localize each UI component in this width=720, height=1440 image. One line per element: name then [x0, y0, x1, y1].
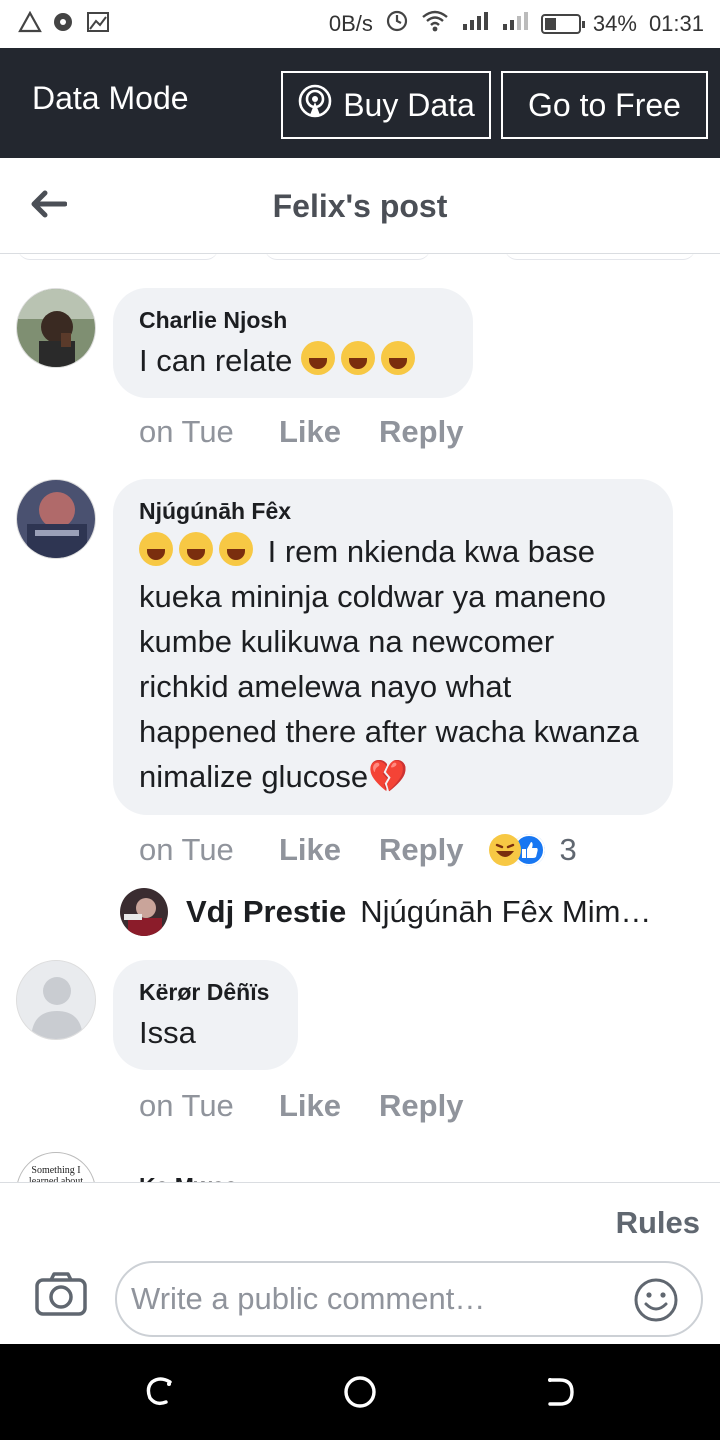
- comment-placeholder: Write a public comment…: [131, 1281, 486, 1316]
- back-nav-icon: [548, 1378, 574, 1406]
- sync-icon: [385, 9, 409, 39]
- home-icon: [344, 1376, 376, 1408]
- camera-button[interactable]: [34, 1271, 88, 1321]
- comment-time: on Tue: [139, 832, 234, 867]
- recents-button[interactable]: [140, 1372, 180, 1412]
- like-link[interactable]: Like: [279, 414, 341, 450]
- warning-icon: [18, 10, 42, 37]
- comment-meta: on Tue Like Reply 3: [139, 832, 577, 868]
- status-bar: 0B/s 34% 01:31: [0, 0, 720, 48]
- buy-data-label: Buy Data: [343, 86, 475, 123]
- comment-text: Issa: [139, 1015, 196, 1050]
- haha-reaction-icon: [489, 834, 522, 866]
- comment-bubble[interactable]: Charlie Njosh I can relate: [113, 288, 473, 398]
- gallery-icon: [86, 11, 110, 37]
- go-to-free-label: Go to Free: [528, 86, 681, 123]
- comment-text-body: I can relate: [139, 343, 293, 378]
- comment-text: I rem nkienda kwa base kueka mininja col…: [139, 529, 647, 799]
- emoji-picker-button[interactable]: [633, 1277, 679, 1323]
- system-navigation-bar: [0, 1344, 720, 1440]
- data-mode-bar: Data Mode Buy Data Go to Free: [0, 48, 720, 158]
- comment-meta: on Tue Like Reply: [139, 414, 501, 450]
- like-link[interactable]: Like: [279, 832, 341, 868]
- data-mode-title: Data Mode: [32, 80, 189, 116]
- rofl-emoji-icon: [341, 341, 375, 375]
- commenter-name[interactable]: Charlie Njosh: [139, 306, 447, 334]
- like-link[interactable]: Like: [279, 1088, 341, 1124]
- commenter-name[interactable]: Kërør Dêñïs: [139, 978, 272, 1006]
- previous-bubble-edge: [18, 254, 218, 260]
- go-to-free-button[interactable]: Go to Free: [501, 71, 708, 139]
- recents-icon: [146, 1377, 172, 1406]
- battery-icon: [540, 14, 585, 34]
- smiley-icon: [634, 1278, 678, 1322]
- previous-bubble-edge: [265, 254, 430, 260]
- battery-percent: 34%: [592, 11, 637, 36]
- reply-text: Njúgúnāh Fêx Mim…: [360, 894, 652, 929]
- comment-feed[interactable]: Charlie Njosh I can relate on Tue Like R…: [0, 254, 720, 1182]
- comment-text: I can relate: [139, 338, 447, 383]
- reply-link[interactable]: Reply: [379, 832, 463, 868]
- broken-heart-icon: 💔: [368, 758, 409, 794]
- reply-link[interactable]: Reply: [379, 414, 463, 450]
- previous-bubble-edge: [505, 254, 695, 260]
- post-header: Felix's post: [0, 158, 720, 254]
- back-nav-button[interactable]: [540, 1372, 580, 1412]
- buy-data-button[interactable]: Buy Data: [281, 71, 491, 139]
- notification-app-icon: [52, 11, 76, 37]
- commenter-name[interactable]: Ka Mwas: [139, 1172, 237, 1182]
- avatar-caption: Something I learned about: [28, 1165, 84, 1182]
- network-speed: 0B/s: [328, 11, 373, 36]
- battery-fill: [544, 18, 556, 30]
- laughing-emoji-icon: [219, 532, 253, 566]
- reply-author-name[interactable]: Vdj Prestie: [186, 894, 346, 930]
- comment-bubble[interactable]: Kërør Dêñïs Issa: [113, 960, 298, 1070]
- rules-link[interactable]: Rules: [616, 1205, 700, 1241]
- page-title: Felix's post: [272, 188, 448, 224]
- reply-link[interactable]: Reply: [379, 1088, 463, 1124]
- comment-time: on Tue: [139, 1088, 234, 1123]
- rofl-emoji-icon: [301, 341, 335, 375]
- reaction-summary[interactable]: 3: [489, 832, 577, 868]
- avatar[interactable]: [16, 479, 96, 559]
- reply-preview[interactable]: Vdj Prestie Njúgúnāh Fêx Mim…: [120, 888, 651, 936]
- reply-avatar: [120, 888, 168, 936]
- status-right: 0B/s 34% 01:31: [329, 9, 704, 39]
- comment-composer: Rules Write a public comment…: [0, 1182, 720, 1344]
- comment-bubble[interactable]: Njúgúnāh Fêx I rem nkienda kwa base kuek…: [113, 479, 673, 815]
- comment-input[interactable]: Write a public comment…: [115, 1261, 703, 1337]
- rofl-emoji-icon: [381, 341, 415, 375]
- avatar[interactable]: [16, 288, 96, 368]
- avatar[interactable]: [16, 960, 96, 1040]
- home-button[interactable]: [340, 1372, 380, 1412]
- clock: 01:31: [648, 11, 704, 36]
- commenter-name[interactable]: Njúgúnāh Fêx: [139, 497, 647, 525]
- reaction-count: 3: [559, 832, 577, 867]
- avatar[interactable]: Something I learned about: [16, 1152, 96, 1182]
- wifi-icon: [421, 10, 449, 38]
- signal-icon-2: [501, 10, 529, 38]
- comment-meta: on Tue Like Reply: [139, 1088, 501, 1124]
- laughing-emoji-icon: [139, 532, 173, 566]
- camera-icon: [35, 1272, 87, 1316]
- status-left: [18, 10, 110, 37]
- comment-time: on Tue: [139, 414, 234, 449]
- signal-icon-1: [461, 10, 489, 38]
- broadcast-icon: [297, 83, 333, 127]
- laughing-emoji-icon: [179, 532, 213, 566]
- screen: 0B/s 34% 01:31 Data Mode Buy Data Go to …: [0, 0, 720, 1440]
